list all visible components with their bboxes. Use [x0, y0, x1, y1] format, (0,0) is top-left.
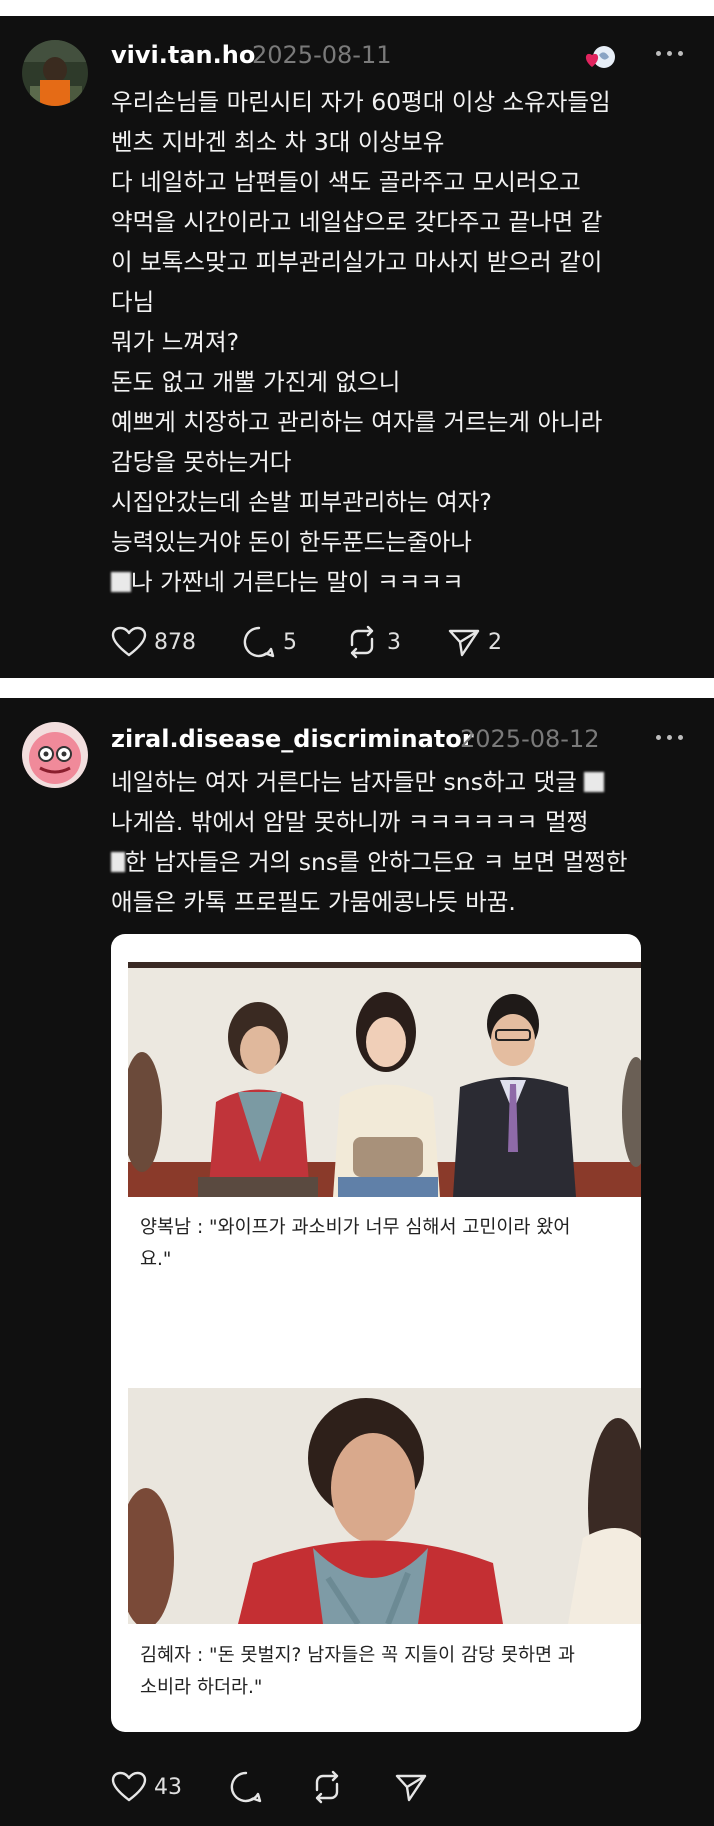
share-count: 2 — [488, 629, 502, 655]
post-text: 능력있는거야 돈이 한두푼드는줄아나 — [111, 528, 472, 556]
liked-badge-icon — [584, 45, 616, 71]
post-text: 감당을 못하는거다 — [111, 448, 292, 476]
reply-count: 5 — [283, 629, 297, 655]
reply-button[interactable] — [229, 1769, 263, 1805]
image-caption: 김혜자 : "돈 못벌지? 남자들은 꼭 지들이 감당 못하면 과 소비라 하더… — [140, 1640, 620, 1704]
post-text: 애들은 카톡 프로필도 가뭄에콩나듯 바꿈. — [111, 888, 516, 916]
post-text-line: 네일하는 여자 거른다는 남자들만 sns하고 댓글 — [111, 762, 605, 802]
comment-bubble-icon — [230, 1771, 262, 1803]
comment-bubble-icon — [243, 626, 275, 658]
post-text: 나게씀. 밖에서 암말 못하니까 ㅋㅋㅋㅋㅋㅋ 멀쩡 — [111, 808, 589, 836]
post-text: 돈도 없고 개뿔 가진게 없으니 — [111, 368, 401, 396]
redaction-blur — [584, 772, 605, 792]
like-button[interactable]: 43 — [111, 1769, 182, 1805]
post-date: 2025-08-12 — [460, 725, 600, 753]
heart-icon — [111, 1771, 147, 1802]
avatar[interactable] — [22, 40, 88, 106]
caption-line: 양복남 : "와이프가 과소비가 너무 심해서 고민이라 왔어 — [140, 1217, 571, 1238]
like-button[interactable]: 878 — [111, 624, 196, 660]
repost-arrows-icon — [350, 625, 374, 659]
tv-still-photo — [128, 962, 641, 1197]
post-text: 나 가짠네 거른다는 말이 ㅋㅋㅋㅋ — [131, 568, 464, 596]
attached-image-card[interactable]: 양복남 : "와이프가 과소비가 너무 심해서 고민이라 왔어 요." 김혜자 … — [111, 934, 641, 1732]
avatar[interactable] — [22, 722, 88, 788]
caption-line: 소비라 하더라." — [140, 1677, 263, 1698]
username[interactable]: vivi.tan.ho — [111, 41, 255, 69]
post-text: 우리손님들 마린시티 자가 60평대 이상 소유자들임 — [111, 88, 611, 116]
caption-line: 요." — [140, 1249, 172, 1270]
more-options-button[interactable] — [656, 732, 684, 742]
repost-arrows-icon — [315, 1770, 339, 1804]
post-text: 네일하는 여자 거른다는 남자들만 sns하고 댓글 — [111, 768, 577, 796]
post-text: 다 네일하고 남편들이 색도 골라주고 모시러오고 — [111, 168, 581, 196]
username[interactable]: ziral.disease_discriminator — [111, 725, 474, 753]
thread-post: ziral.disease_discriminator 2025-08-12 네… — [0, 698, 714, 1826]
post-date: 2025-08-11 — [252, 41, 392, 69]
post-text-redacted-line: 나 가짠네 거른다는 말이 ㅋㅋㅋㅋ — [111, 562, 464, 602]
repost-button[interactable]: 3 — [344, 624, 401, 660]
post-text: 벤츠 지바겐 최소 차 3대 이상보유 — [111, 128, 445, 156]
action-bar: 43 — [111, 1769, 671, 1805]
send-paper-plane-icon — [448, 629, 480, 657]
post-text: 시집안갔는데 손발 피부관리하는 여자? — [111, 488, 492, 516]
send-paper-plane-icon — [395, 1774, 427, 1802]
action-bar: 878 43 5 3 2 — [111, 624, 671, 660]
reply-button[interactable]: 43 5 — [242, 624, 297, 660]
post-text-line: 한 남자들은 거의 sns를 안하그든요 ㅋ 보면 멀쩡한 — [111, 842, 627, 882]
share-button[interactable]: 2 — [447, 624, 502, 660]
post-text: 한 남자들은 거의 sns를 안하그든요 ㅋ 보면 멀쩡한 — [125, 848, 628, 876]
redaction-blur — [111, 572, 131, 592]
tv-still-photo — [128, 1388, 641, 1624]
post-text: 약먹을 시간이라고 네일샵으로 갖다주고 끝나면 같 — [111, 208, 603, 236]
more-options-button[interactable] — [656, 48, 684, 58]
post-text: 예쁘게 치장하고 관리하는 여자를 거르는게 아니라 — [111, 408, 603, 436]
like-count: 878 — [154, 629, 196, 655]
post-text: 다님 — [111, 288, 155, 316]
like-count: 43 — [154, 1774, 182, 1800]
caption-line: 김혜자 : "돈 못벌지? 남자들은 꼭 지들이 감당 못하면 과 — [140, 1645, 575, 1666]
repost-button[interactable] — [309, 1769, 345, 1805]
redaction-blur — [111, 852, 125, 872]
post-text: 이 보톡스맞고 피부관리실가고 마사지 받으러 같이 — [111, 248, 603, 276]
image-caption: 양복남 : "와이프가 과소비가 너무 심해서 고민이라 왔어 요." — [140, 1212, 620, 1276]
repost-count: 3 — [387, 629, 401, 655]
heart-icon — [111, 626, 147, 657]
post-text: 뭐가 느껴져? — [111, 328, 240, 356]
share-button[interactable] — [394, 1769, 428, 1805]
thread-post: vivi.tan.ho 2025-08-11 우리손님들 마린시티 자가 60평… — [0, 16, 714, 678]
